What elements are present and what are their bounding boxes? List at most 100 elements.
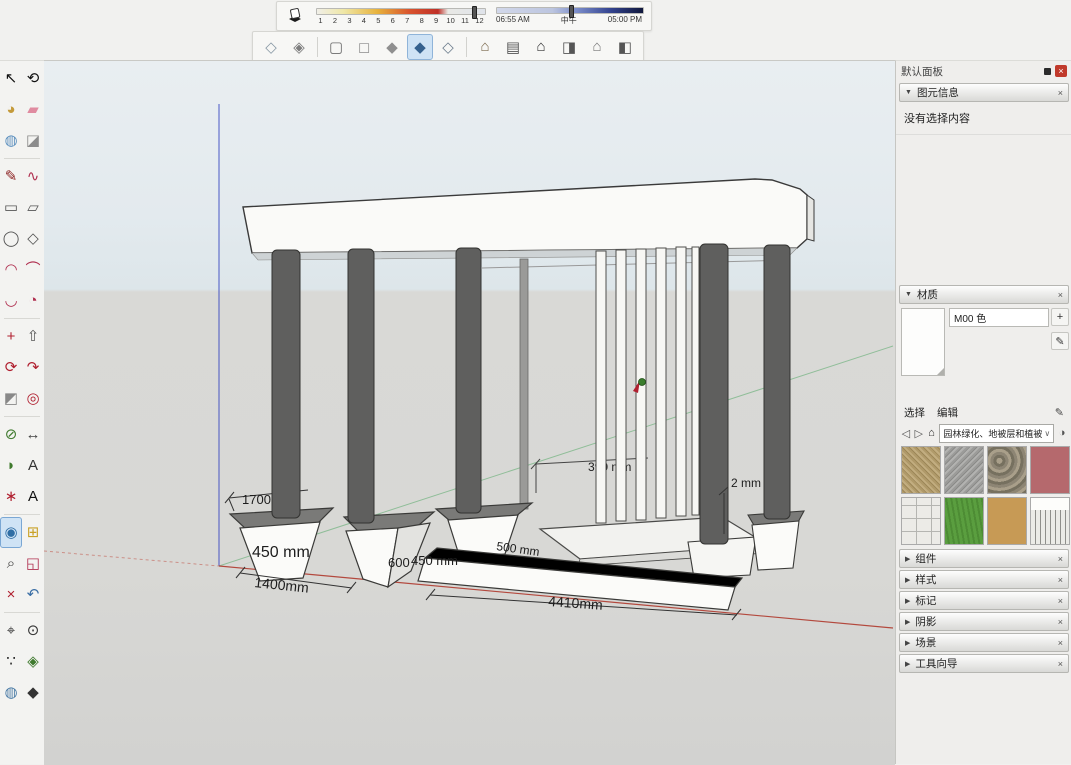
section-styles-close-icon[interactable]: ×: [1058, 575, 1063, 585]
eraser-tool[interactable]: ▰: [22, 94, 44, 125]
line-tool[interactable]: ✎: [0, 161, 22, 192]
rectangle-tool[interactable]: ▭: [0, 192, 22, 223]
model-canvas[interactable]: 1700 mm 390 mm: [44, 61, 895, 765]
tray-close-icon[interactable]: ×: [1055, 65, 1067, 77]
material-swatch-pavers-white[interactable]: [901, 497, 941, 545]
back-column[interactable]: [520, 259, 528, 509]
move-tool[interactable]: +: [0, 321, 22, 352]
select-tool[interactable]: ↖: [0, 63, 22, 94]
partial-tool-1-tool[interactable]: ◍: [0, 677, 22, 708]
zoom-window-tool[interactable]: ◱: [22, 548, 44, 579]
section-instructor[interactable]: ▶工具向导×: [899, 654, 1069, 673]
back-edges-button[interactable]: ◈: [286, 34, 312, 60]
shadow-time-slider[interactable]: 06:55 AM 中午 05:00 PM: [496, 7, 644, 26]
time-slider-thumb[interactable]: [569, 5, 574, 18]
home-icon[interactable]: ⌂: [927, 425, 937, 441]
sample-paint-button[interactable]: ✎: [1051, 332, 1069, 350]
section-scenes-close-icon[interactable]: ×: [1058, 638, 1063, 648]
pin-icon[interactable]: [1044, 68, 1051, 75]
entity-info-close-icon[interactable]: ×: [1058, 88, 1063, 98]
material-swatch-gravel-tan[interactable]: [901, 446, 941, 494]
rotate-tool[interactable]: ⟳: [0, 352, 22, 383]
top-view-button[interactable]: ▤: [500, 34, 526, 60]
polygon-tool[interactable]: ◇: [22, 223, 44, 254]
hidden-line-button[interactable]: ◻: [351, 34, 377, 60]
model-viewport[interactable]: 1700 mm 390 mm: [44, 60, 895, 765]
offset-tool[interactable]: ◎: [22, 383, 44, 414]
material-swatch-gravel-gray[interactable]: [944, 446, 984, 494]
shaded-with-textures-button[interactable]: ◆: [407, 34, 433, 60]
orbit-tool[interactable]: ◉: [0, 517, 22, 548]
make-component-tool[interactable]: ◍: [0, 125, 22, 156]
walk-tool[interactable]: ∵: [0, 646, 22, 677]
material-swatch-pebbles[interactable]: [987, 446, 1027, 494]
back-arrow-icon[interactable]: ◁: [901, 425, 911, 441]
x-ray-button[interactable]: ◇: [258, 34, 284, 60]
section-instructor-close-icon[interactable]: ×: [1058, 659, 1063, 669]
material-swatch-sand-ochre[interactable]: [987, 497, 1027, 545]
arc-tool[interactable]: ◠: [0, 254, 22, 285]
push-pull-tool[interactable]: ⇧: [22, 321, 44, 352]
create-material-button[interactable]: +: [1051, 308, 1069, 326]
back-view-button[interactable]: ⌂: [584, 34, 610, 60]
entity-info-header[interactable]: ▼ 图元信息 ×: [899, 83, 1069, 102]
lasso-tool[interactable]: ⟲: [22, 63, 44, 94]
zoom-extents-tool[interactable]: ×: [0, 579, 22, 610]
previous-view-tool[interactable]: ↶: [22, 579, 44, 610]
material-swatch-rose[interactable]: [1030, 446, 1070, 494]
details-icon[interactable]: ◑: [1057, 425, 1067, 441]
tab-select[interactable]: 选择: [904, 405, 925, 420]
section-components[interactable]: ▶组件×: [899, 549, 1069, 568]
materials-close-icon[interactable]: ×: [1058, 290, 1063, 300]
section-styles[interactable]: ▶样式×: [899, 570, 1069, 589]
material-swatch-grass-green[interactable]: [944, 497, 984, 545]
eyedropper-icon[interactable]: ✎: [1055, 406, 1064, 419]
slat-fence[interactable]: [596, 247, 699, 523]
rotated-rectangle-tool[interactable]: ▱: [22, 192, 44, 223]
material-category-dropdown[interactable]: 园林绿化、地被层和植被 ∨: [939, 424, 1054, 443]
forward-arrow-icon[interactable]: ▷: [914, 425, 924, 441]
section-tags-close-icon[interactable]: ×: [1058, 596, 1063, 606]
two-point-arc-tool[interactable]: ⌒: [22, 254, 44, 285]
date-slider-track[interactable]: [316, 8, 486, 15]
freehand-tool[interactable]: ∿: [22, 161, 44, 192]
pie-tool[interactable]: ◔: [22, 285, 44, 316]
position-camera-tool[interactable]: ⌖: [0, 615, 22, 646]
tape-measure-tool[interactable]: ⊘: [0, 419, 22, 450]
section-shadows[interactable]: ▶阴影×: [899, 612, 1069, 631]
section-scenes[interactable]: ▶场景×: [899, 633, 1069, 652]
monochrome-button[interactable]: ◇: [435, 34, 461, 60]
time-slider-track[interactable]: [496, 7, 644, 14]
foot-right[interactable]: [748, 511, 804, 570]
partial-tool-2-tool[interactable]: ◆: [22, 677, 44, 708]
tab-edit[interactable]: 编辑: [937, 405, 958, 420]
protractor-tool[interactable]: ◗: [0, 450, 22, 481]
columns[interactable]: [272, 244, 790, 544]
iso-view-button[interactable]: ⌂: [472, 34, 498, 60]
zoom-tool[interactable]: ⌕: [0, 548, 22, 579]
date-slider-thumb[interactable]: [472, 6, 477, 19]
section-tags[interactable]: ▶标记×: [899, 591, 1069, 610]
dimension-tool[interactable]: ↔: [22, 419, 44, 450]
left-view-button[interactable]: ◧: [612, 34, 638, 60]
section-plane-tool[interactable]: ◈: [22, 646, 44, 677]
text-tool[interactable]: A: [22, 450, 44, 481]
right-view-button[interactable]: ◨: [556, 34, 582, 60]
material-name-field[interactable]: M00 色: [949, 308, 1049, 327]
look-around-tool[interactable]: ⊙: [22, 615, 44, 646]
three-point-arc-tool[interactable]: ◡: [0, 285, 22, 316]
wireframe-button[interactable]: ▢: [323, 34, 349, 60]
material-swatch-fence-white[interactable]: [1030, 497, 1070, 545]
section-components-close-icon[interactable]: ×: [1058, 554, 1063, 564]
show-hide-shadows-button[interactable]: [284, 5, 306, 27]
paint-bucket-tool[interactable]: ◕: [0, 94, 22, 125]
materials-header[interactable]: ▼ 材质 ×: [899, 285, 1069, 304]
material-preview[interactable]: [901, 308, 945, 376]
front-view-button[interactable]: ⌂: [528, 34, 554, 60]
scale-tool[interactable]: ◩: [0, 383, 22, 414]
shaded-button[interactable]: ◆: [379, 34, 405, 60]
3d-text-tool[interactable]: A: [22, 481, 44, 512]
flip-along-tool[interactable]: ◪: [22, 125, 44, 156]
pan-tool[interactable]: ⊞: [22, 517, 44, 548]
shadow-date-slider[interactable]: 123456789101112: [316, 8, 486, 25]
